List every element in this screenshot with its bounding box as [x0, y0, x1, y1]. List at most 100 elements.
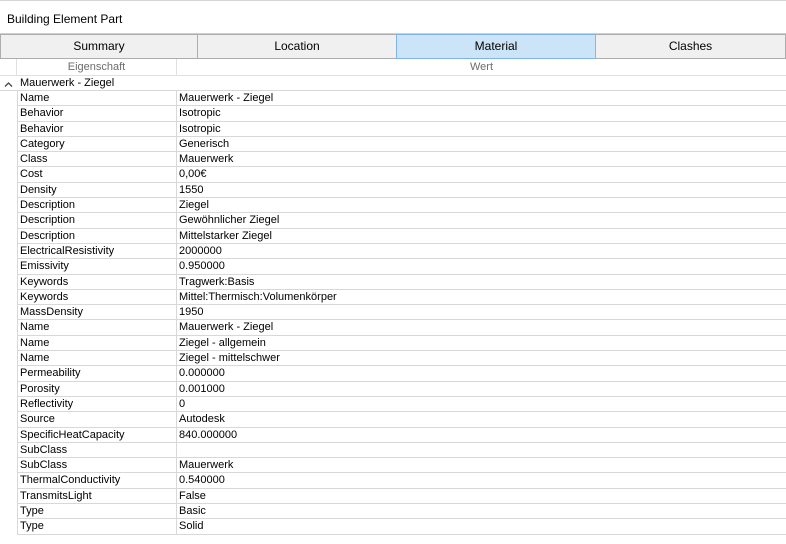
property-value-cell[interactable]: Mauerwerk: [177, 152, 786, 168]
property-value-cell[interactable]: Gewöhnlicher Ziegel: [177, 213, 786, 229]
property-value-cell[interactable]: 0.000000: [177, 366, 786, 382]
property-value-cell[interactable]: Mauerwerk - Ziegel: [177, 320, 786, 336]
property-row[interactable]: Name Ziegel - mittelschwer: [0, 351, 786, 367]
property-row[interactable]: Source Autodesk: [0, 412, 786, 428]
property-value-cell[interactable]: Autodesk: [177, 412, 786, 428]
row-gutter: [0, 198, 17, 214]
tab-location[interactable]: Location: [197, 34, 397, 59]
property-value-cell[interactable]: Generisch: [177, 137, 786, 153]
row-gutter: [0, 274, 17, 290]
property-value-cell[interactable]: 840.000000: [177, 428, 786, 443]
property-row[interactable]: Reflectivity 0: [0, 396, 786, 413]
property-row[interactable]: SubClass Mauerwerk: [0, 458, 786, 474]
property-value-cell[interactable]: 0.950000: [177, 259, 786, 275]
property-value-cell[interactable]: Mauerwerk: [177, 458, 786, 474]
property-value-cell[interactable]: Ziegel - allgemein: [177, 336, 786, 352]
property-name-cell: ThermalConductivity: [17, 473, 177, 489]
property-value-cell[interactable]: Solid: [177, 519, 786, 535]
property-name-cell: Type: [17, 519, 177, 535]
value-column-header[interactable]: Wert: [177, 59, 786, 75]
property-column-header[interactable]: Eigenschaft: [17, 59, 177, 75]
row-gutter: [0, 213, 17, 229]
property-row[interactable]: Cost 0,00€: [0, 167, 786, 183]
row-gutter: [0, 91, 17, 107]
row-gutter: [0, 381, 17, 397]
row-gutter: [0, 473, 17, 489]
property-name-cell: Keywords: [17, 289, 177, 306]
chevron-up-icon[interactable]: [4, 80, 13, 89]
property-value-cell[interactable]: [177, 443, 786, 459]
property-row[interactable]: Type Solid: [0, 519, 786, 535]
panel-title: Building Element Part: [7, 12, 123, 26]
row-gutter: [0, 488, 17, 505]
property-name-cell: Category: [17, 136, 177, 153]
property-row[interactable]: Description Ziegel: [0, 198, 786, 214]
property-value-cell[interactable]: Mittelstarker Ziegel: [177, 229, 786, 244]
property-row[interactable]: Keywords Mittel:Thermisch:Volumenkörper: [0, 289, 786, 306]
property-name-cell: TransmitsLight: [17, 488, 177, 505]
tab-strip: Summary Location Material Clashes: [0, 34, 786, 59]
property-row[interactable]: Category Generisch: [0, 136, 786, 153]
property-name-cell: Name: [17, 335, 177, 352]
row-gutter: [0, 396, 17, 413]
property-row[interactable]: Name Mauerwerk - Ziegel: [0, 91, 786, 107]
property-value-cell[interactable]: False: [177, 489, 786, 505]
property-value-cell[interactable]: Isotropic: [177, 122, 786, 137]
property-value-cell[interactable]: 1950: [177, 305, 786, 321]
row-gutter: [0, 305, 17, 321]
property-value-cell[interactable]: 2000000: [177, 244, 786, 260]
property-name-cell: Name: [17, 91, 177, 107]
property-value-cell[interactable]: 0.540000: [177, 473, 786, 489]
row-gutter: [0, 458, 17, 474]
property-row[interactable]: SubClass: [0, 442, 786, 459]
property-row[interactable]: Class Mauerwerk: [0, 152, 786, 168]
row-gutter: [0, 152, 17, 168]
property-row[interactable]: SpecificHeatCapacity 840.000000: [0, 427, 786, 443]
property-value-cell[interactable]: Tragwerk:Basis: [177, 275, 786, 290]
property-name-cell: Cost: [17, 167, 177, 183]
property-row[interactable]: Keywords Tragwerk:Basis: [0, 274, 786, 290]
tab-material[interactable]: Material: [396, 34, 596, 59]
property-row[interactable]: ElectricalResistivity 2000000: [0, 243, 786, 260]
property-value-cell[interactable]: Mittel:Thermisch:Volumenkörper: [177, 290, 786, 306]
property-name-cell: SubClass: [17, 458, 177, 474]
property-value-cell[interactable]: Mauerwerk - Ziegel: [177, 91, 786, 107]
property-value-cell[interactable]: 0.001000: [177, 382, 786, 397]
property-value-cell[interactable]: 0: [177, 397, 786, 413]
property-grid: Eigenschaft Wert Mauerwerk - Ziegel Name…: [0, 59, 786, 544]
property-row[interactable]: Type Basic: [0, 504, 786, 520]
property-row[interactable]: Behavior Isotropic: [0, 121, 786, 137]
property-name-cell: Name: [17, 320, 177, 336]
property-row[interactable]: TransmitsLight False: [0, 488, 786, 505]
property-value-cell[interactable]: Ziegel: [177, 198, 786, 214]
row-gutter: [0, 504, 17, 520]
property-row[interactable]: Density 1550: [0, 182, 786, 199]
property-value-cell[interactable]: Isotropic: [177, 106, 786, 122]
row-gutter: [0, 106, 17, 122]
tab-summary[interactable]: Summary: [0, 34, 198, 59]
tab-clashes[interactable]: Clashes: [595, 34, 786, 59]
header-gutter: [0, 59, 17, 75]
property-name-cell: Description: [17, 213, 177, 229]
property-row[interactable]: Behavior Isotropic: [0, 106, 786, 122]
property-row[interactable]: Porosity 0.001000: [0, 381, 786, 397]
property-row[interactable]: Permeability 0.000000: [0, 366, 786, 382]
property-row[interactable]: Description Mittelstarker Ziegel: [0, 228, 786, 244]
property-name-cell: Description: [17, 228, 177, 244]
property-row[interactable]: ThermalConductivity 0.540000: [0, 473, 786, 489]
property-value-cell[interactable]: 1550: [177, 183, 786, 199]
property-name-cell: MassDensity: [17, 305, 177, 321]
property-value-cell[interactable]: Basic: [177, 504, 786, 520]
row-gutter: [0, 320, 17, 336]
property-name-cell: Source: [17, 412, 177, 428]
group-header-row[interactable]: Mauerwerk - Ziegel: [0, 76, 786, 91]
property-value-cell[interactable]: 0,00€: [177, 167, 786, 183]
property-row[interactable]: Emissivity 0.950000: [0, 259, 786, 275]
row-gutter: [0, 412, 17, 428]
property-row[interactable]: Name Mauerwerk - Ziegel: [0, 320, 786, 336]
property-value-cell[interactable]: Ziegel - mittelschwer: [177, 351, 786, 367]
property-row[interactable]: Name Ziegel - allgemein: [0, 335, 786, 352]
property-row[interactable]: Description Gewöhnlicher Ziegel: [0, 213, 786, 229]
property-name-cell: Reflectivity: [17, 396, 177, 413]
property-row[interactable]: MassDensity 1950: [0, 305, 786, 321]
